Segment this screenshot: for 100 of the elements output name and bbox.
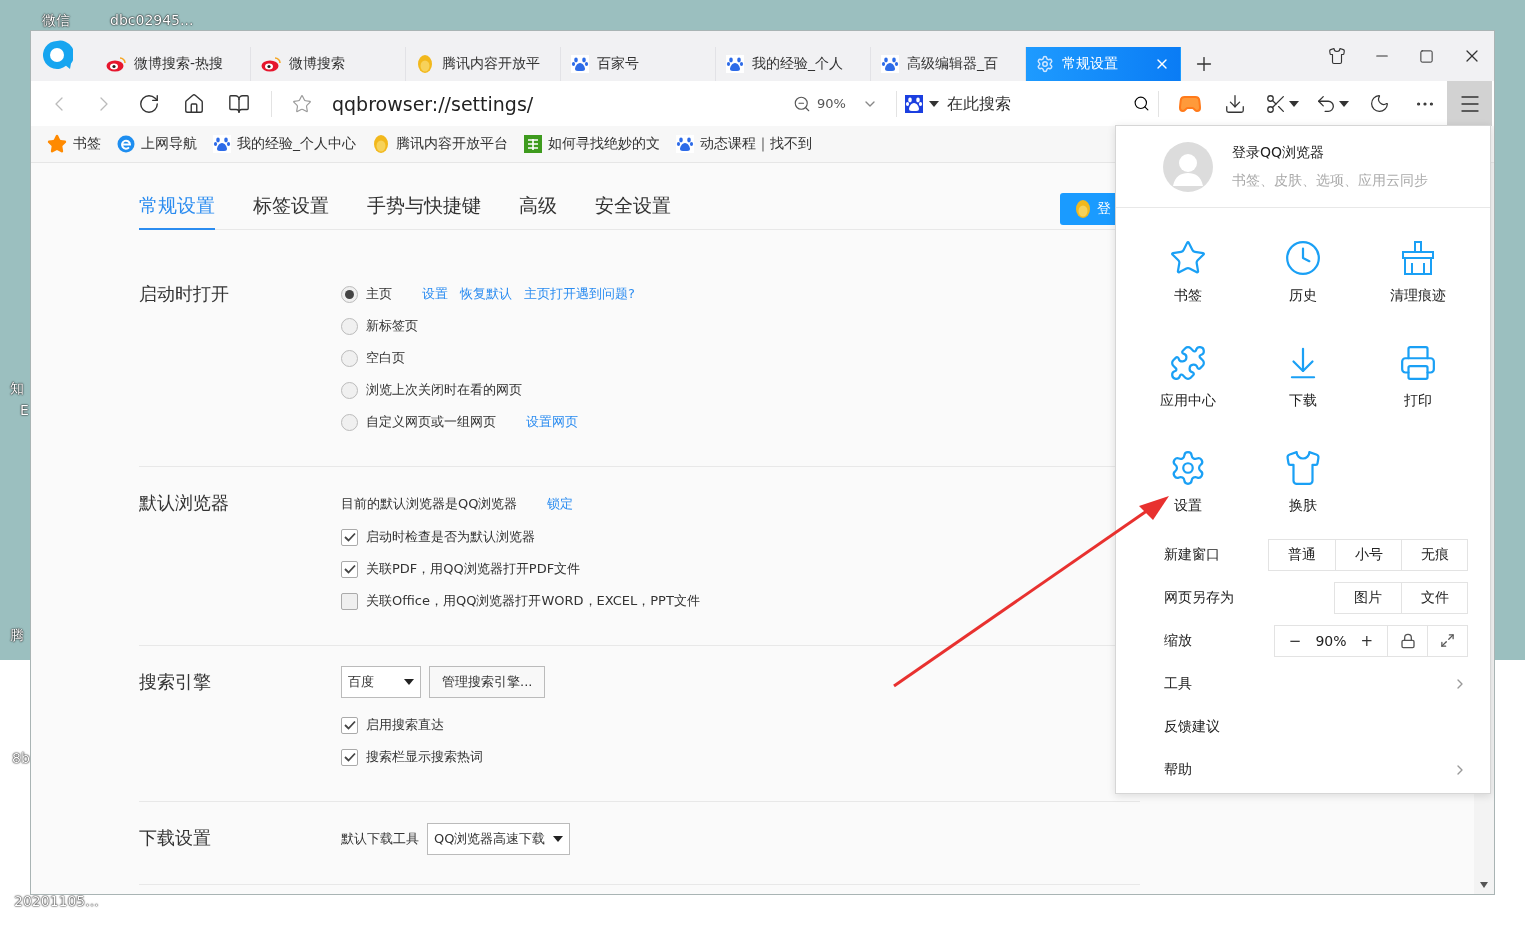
menu-label: 缩放	[1164, 631, 1192, 650]
bookmark[interactable]: 上网导航	[117, 135, 197, 153]
bookmark[interactable]: 书签	[47, 134, 101, 154]
menu-tile[interactable]: 历史	[1288, 287, 1317, 305]
zoom-in-button[interactable]: +	[1360, 631, 1374, 650]
gear-icon	[1036, 55, 1054, 73]
menu-tile[interactable]: 打印	[1403, 392, 1432, 410]
caret-icon	[929, 100, 939, 107]
settings-tab[interactable]: 标签设置	[253, 193, 329, 230]
checkbox[interactable]	[341, 592, 358, 610]
caret-icon	[553, 836, 564, 842]
menu-item[interactable]: 工具	[1164, 662, 1468, 705]
bookmark[interactable]: 腾讯内容开放平台	[372, 134, 508, 154]
scissors-icon[interactable]	[1265, 92, 1287, 115]
fullscreen-icon[interactable]	[1440, 633, 1455, 648]
option-label: 启用搜索直达	[366, 716, 444, 734]
section-title: 下载设置	[139, 826, 212, 850]
option-label: 空白页	[366, 349, 405, 367]
menu-option-button[interactable]: 图片	[1335, 582, 1401, 613]
radio-button[interactable]	[341, 349, 358, 367]
maximize-icon[interactable]	[1419, 48, 1434, 64]
menu-tile[interactable]: 换肤	[1288, 497, 1317, 515]
caret-icon	[404, 679, 414, 685]
paw-icon	[676, 135, 694, 153]
penguin-icon	[1074, 199, 1092, 219]
bookmark[interactable]: 动态课程｜找不到	[676, 135, 812, 153]
caret-icon	[1339, 100, 1349, 107]
download-tool-select[interactable]: QQ浏览器高速下载	[427, 823, 571, 855]
option-label: 关联PDF，用QQ浏览器打开PDF文件	[366, 560, 581, 578]
option-label: 关联Office，用QQ浏览器打开WORD，EXCEL，PPT文件	[366, 592, 700, 610]
penguin-icon	[372, 134, 390, 154]
moon-icon[interactable]	[1369, 93, 1390, 114]
paw-icon	[881, 55, 899, 73]
home-icon[interactable]	[182, 92, 205, 115]
paw-icon	[726, 55, 744, 73]
bookmark[interactable]: 我的经验_个人中心	[213, 135, 356, 153]
checkbox[interactable]	[341, 716, 358, 734]
browser-logo-icon	[41, 39, 73, 71]
section-title: 搜索引擎	[139, 670, 212, 694]
reload-icon[interactable]	[137, 92, 160, 115]
option-label: 浏览上次关闭时在看的网页	[366, 381, 522, 399]
checkbox[interactable]	[341, 528, 358, 546]
search-icon[interactable]	[1133, 95, 1150, 112]
settings-tab[interactable]: 高级	[519, 193, 557, 230]
settings-tab[interactable]: 手势与快捷键	[367, 193, 481, 230]
radio-button[interactable]	[341, 413, 358, 431]
menu-item[interactable]: 反馈建议	[1164, 717, 1220, 736]
search-field[interactable]: 在此搜索	[945, 93, 1105, 114]
option-label: 自定义网页或一组网页	[366, 413, 496, 431]
settings-tab[interactable]: 安全设置	[595, 193, 671, 230]
address-field[interactable]: qqbrowser://settings/	[332, 92, 534, 115]
shirt-icon[interactable]	[1327, 47, 1346, 65]
desktop-icon-label[interactable]: 20201105...	[14, 893, 99, 909]
menu-option-button[interactable]: 普通	[1269, 539, 1335, 570]
zoom-out-button[interactable]: −	[1288, 631, 1302, 650]
menu-option-button[interactable]: 文件	[1401, 582, 1467, 613]
desktop-icon-label[interactable]: 8b	[12, 750, 30, 766]
menu-label: 网页另存为	[1164, 588, 1234, 607]
paw-icon	[571, 55, 589, 73]
section-title: 启动时打开	[139, 282, 230, 306]
login-link[interactable]: 登录QQ浏览器	[1232, 143, 1428, 162]
e-icon	[117, 135, 135, 153]
menu-tile[interactable]: 清理痕迹	[1389, 287, 1446, 305]
zoom-icon	[793, 94, 811, 113]
radio-button[interactable]	[341, 381, 358, 399]
engine-select[interactable]: 百度	[341, 666, 421, 698]
radio-button[interactable]	[341, 285, 358, 303]
download-icon[interactable]	[1223, 92, 1246, 115]
eye-logo-icon	[106, 56, 126, 72]
menu-option-button[interactable]: 小号	[1335, 539, 1401, 570]
option-label: 搜索栏显示搜索热词	[366, 748, 483, 766]
menu-label: 新建窗口	[1164, 545, 1220, 564]
star-icon[interactable]	[292, 93, 312, 114]
menu-tile[interactable]: 应用中心	[1159, 392, 1216, 410]
grid-tile-icon	[524, 135, 542, 153]
zoom-level[interactable]: 90%	[817, 96, 846, 111]
checkbox[interactable]	[341, 748, 358, 766]
zoom-value: 90%	[1315, 632, 1347, 649]
manage-button[interactable]: 管理搜索引擎...	[429, 666, 546, 698]
field-label: 默认下载工具	[341, 830, 419, 848]
bookmark[interactable]: 如何寻找绝妙的文	[524, 135, 660, 153]
radio-button[interactable]	[341, 317, 358, 335]
paw-icon	[905, 94, 923, 113]
scroll-down-icon[interactable]	[1480, 882, 1488, 888]
shirt-icon	[1283, 449, 1322, 487]
penguin-icon	[416, 54, 434, 74]
caret-icon	[1289, 100, 1299, 107]
menu-option-button[interactable]: 无痕	[1401, 539, 1467, 570]
menu-tile[interactable]: 下载	[1288, 392, 1317, 410]
lock-icon[interactable]	[1399, 632, 1416, 649]
menu-tile[interactable]: 设置	[1173, 497, 1202, 515]
sync-hint: 书签、皮肤、选项、应用云同步	[1232, 171, 1428, 190]
menu-item[interactable]: 帮助	[1164, 748, 1468, 791]
option-label: 主页	[366, 285, 392, 303]
avatar-icon	[1163, 141, 1213, 192]
checkbox[interactable]	[341, 560, 358, 578]
menu-tile[interactable]: 书签	[1173, 287, 1202, 305]
option-label: 新标签页	[366, 317, 418, 335]
menu-button[interactable]	[1447, 81, 1492, 126]
book-icon[interactable]	[227, 92, 250, 115]
